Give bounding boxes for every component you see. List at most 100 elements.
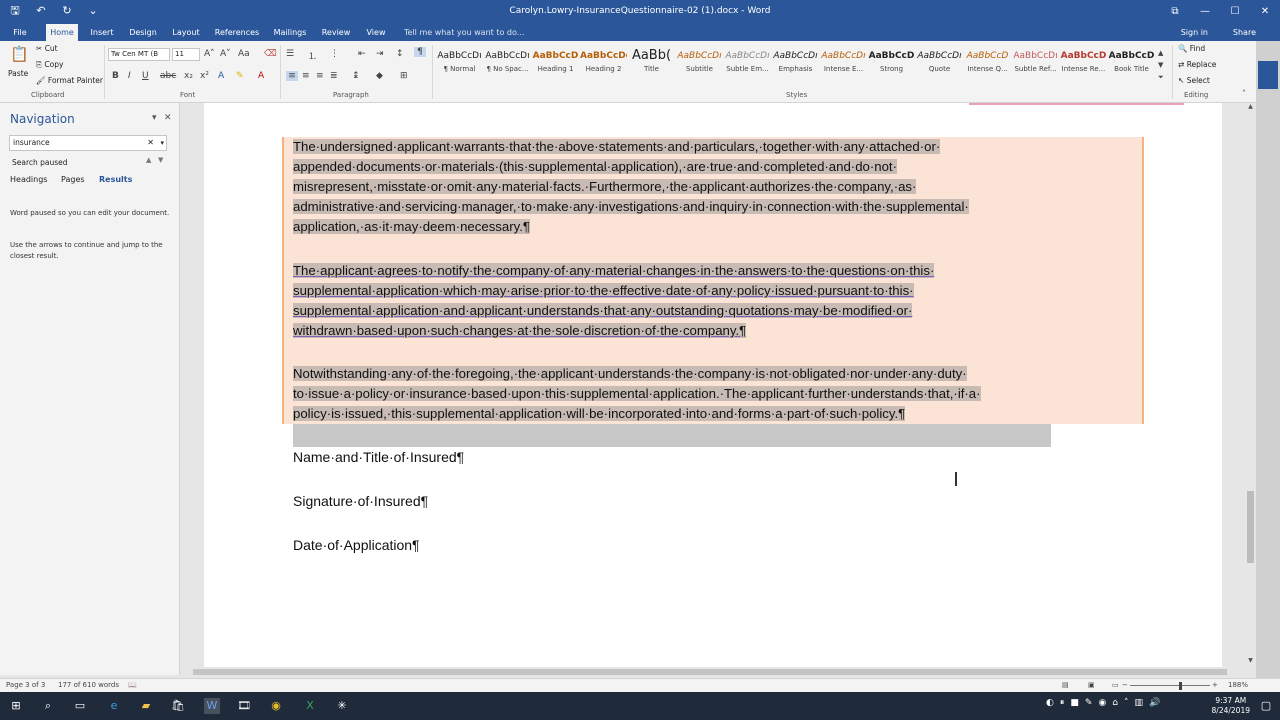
close-icon[interactable]: ✕ bbox=[1250, 0, 1280, 24]
style-intense-reference[interactable]: AaBbCcD Intense Re... bbox=[1060, 47, 1107, 83]
text-effects-icon[interactable]: A bbox=[218, 71, 224, 81]
ribbon-display-options-icon[interactable]: ⧉ bbox=[1160, 0, 1190, 24]
previous-result-icon[interactable]: ▲ bbox=[146, 156, 151, 164]
collapse-ribbon-icon[interactable]: ˄ bbox=[1242, 89, 1246, 98]
style-normal[interactable]: AaBbCcDı ¶ Normal bbox=[436, 47, 483, 83]
style-title[interactable]: AaBb( Title bbox=[628, 47, 675, 83]
maximize-icon[interactable]: ☐ bbox=[1220, 0, 1250, 24]
start-icon[interactable]: ⊞ bbox=[8, 698, 24, 714]
line-spacing-icon[interactable]: ↨ bbox=[352, 71, 360, 81]
style-intense-quote[interactable]: AaBbCcD Intense Q... bbox=[964, 47, 1011, 83]
style-quote[interactable]: AaBbCcDı Quote bbox=[916, 47, 963, 83]
font-name-box[interactable]: Tw Cen MT (B bbox=[108, 48, 170, 61]
nav-tab-pages[interactable]: Pages bbox=[61, 175, 85, 184]
style-intense-emphasis[interactable]: AaBbCcDı Intense E... bbox=[820, 47, 867, 83]
excel-taskbar-icon[interactable]: X bbox=[302, 698, 318, 714]
bullets-icon[interactable]: ☰ bbox=[286, 49, 294, 59]
word-taskbar-icon[interactable]: W bbox=[204, 698, 220, 714]
zoom-slider[interactable] bbox=[1130, 685, 1210, 686]
paragraph-notwithstanding[interactable]: Notwithstanding·any·of·the·foregoing,·th… bbox=[293, 364, 1143, 424]
nav-tab-results[interactable]: Results bbox=[99, 175, 132, 184]
grow-font-icon[interactable]: A˄ bbox=[204, 49, 215, 59]
cut-button[interactable]: ✂ Cut bbox=[36, 44, 58, 53]
print-layout-icon[interactable]: ▣ bbox=[1088, 681, 1095, 689]
horizontal-scroll-thumb[interactable] bbox=[193, 669, 1227, 675]
tab-home[interactable]: Home bbox=[46, 24, 78, 41]
zoom-out-icon[interactable]: − bbox=[1122, 681, 1128, 689]
recorder-icon[interactable]: ◐ bbox=[1046, 698, 1054, 708]
select-button[interactable]: ↖ Select bbox=[1178, 76, 1210, 85]
subscript-icon[interactable]: x₂ bbox=[184, 71, 193, 81]
pause-icon[interactable]: ⏸ bbox=[1060, 698, 1065, 708]
store-icon[interactable]: 🛍 bbox=[170, 698, 186, 714]
task-view-icon[interactable]: ▭ bbox=[72, 698, 88, 714]
clear-formatting-icon[interactable]: ⌫ bbox=[264, 49, 277, 59]
tab-layout[interactable]: Layout bbox=[170, 24, 202, 41]
italic-icon[interactable]: I bbox=[128, 71, 131, 81]
sign-in-link[interactable]: Sign in bbox=[1181, 24, 1208, 41]
web-layout-icon[interactable]: ▭ bbox=[1112, 681, 1119, 689]
style-subtle-emphasis[interactable]: AaBbCcDı Subtle Em... bbox=[724, 47, 771, 83]
proofing-icon[interactable]: 📖 bbox=[128, 681, 137, 689]
style-no-spacing[interactable]: AaBbCcDı ¶ No Spac... bbox=[484, 47, 531, 83]
styles-more-icon[interactable]: ⏷ bbox=[1158, 73, 1164, 82]
decrease-indent-icon[interactable]: ⇤ bbox=[358, 49, 366, 59]
nav-options-icon[interactable]: ▾ bbox=[152, 113, 157, 123]
movie-maker-icon[interactable]: 🎞 bbox=[236, 698, 252, 714]
change-case-icon[interactable]: Aa bbox=[238, 49, 250, 59]
style-subtle-reference[interactable]: AaBbCcDı Subtle Ref... bbox=[1012, 47, 1059, 83]
style-book-title[interactable]: AaBbCcD Book Title bbox=[1108, 47, 1155, 83]
clear-search-icon[interactable]: ✕ bbox=[147, 136, 154, 150]
tell-me-input[interactable]: Tell me what you want to do... bbox=[404, 24, 524, 41]
search-icon[interactable]: ⌕ bbox=[40, 698, 56, 714]
tab-insert[interactable]: Insert bbox=[88, 24, 116, 41]
network-icon[interactable]: ▥ bbox=[1135, 698, 1144, 708]
stop-icon[interactable]: ■ bbox=[1070, 698, 1079, 708]
tab-review[interactable]: Review bbox=[318, 24, 354, 41]
shading-icon[interactable]: ◆ bbox=[376, 71, 383, 81]
tab-mailings[interactable]: Mailings bbox=[270, 24, 310, 41]
nav-search-input[interactable]: insurance ✕ ▾ bbox=[9, 135, 167, 151]
signature-line[interactable]: Signature·of·Insured¶ bbox=[293, 493, 428, 509]
read-mode-icon[interactable]: ▤ bbox=[1062, 681, 1069, 689]
volume-icon[interactable]: 🔊 bbox=[1149, 698, 1160, 708]
copy-button[interactable]: ⎘ Copy bbox=[36, 60, 63, 70]
edge-browser-icon[interactable]: e bbox=[106, 698, 122, 714]
scroll-up-icon[interactable]: ▲ bbox=[1245, 103, 1256, 113]
justify-icon[interactable]: ≣ bbox=[330, 71, 338, 81]
search-options-icon[interactable]: ▾ bbox=[160, 136, 164, 150]
styles-scroll-down-icon[interactable]: ▼ bbox=[1158, 61, 1163, 69]
zoom-slider-knob[interactable] bbox=[1179, 682, 1182, 690]
numbering-icon[interactable]: ⒈ bbox=[308, 49, 317, 62]
zoom-level[interactable]: 188% bbox=[1228, 681, 1248, 689]
underline-icon[interactable]: U bbox=[142, 71, 149, 81]
font-size-box[interactable]: 11 bbox=[172, 48, 200, 61]
paste-icon[interactable]: 📋 bbox=[10, 45, 29, 67]
increase-indent-icon[interactable]: ⇥ bbox=[376, 49, 384, 59]
loading-app-icon[interactable]: ✳ bbox=[334, 698, 350, 714]
font-color-icon[interactable]: A bbox=[258, 71, 264, 81]
document-page[interactable]: The·undersigned·applicant·warrants·that·… bbox=[204, 103, 1222, 667]
page-count[interactable]: Page 3 of 3 bbox=[6, 681, 45, 689]
taskbar-clock[interactable]: 9:37 AM 8/24/2019 bbox=[1212, 696, 1250, 716]
side-window-tab[interactable] bbox=[1258, 61, 1278, 89]
tab-references[interactable]: References bbox=[212, 24, 262, 41]
style-heading-1[interactable]: AaBbCcD Heading 1 bbox=[532, 47, 579, 83]
chevron-up-icon[interactable]: ˄ bbox=[1124, 698, 1129, 708]
camera-icon[interactable]: ◉ bbox=[1098, 698, 1106, 708]
file-explorer-icon[interactable]: ▰ bbox=[138, 698, 154, 714]
paste-button[interactable]: Paste bbox=[8, 69, 28, 78]
show-marks-icon[interactable]: ¶ bbox=[414, 47, 426, 57]
tab-file[interactable]: File bbox=[8, 24, 32, 41]
minimize-icon[interactable]: — bbox=[1190, 0, 1220, 24]
style-subtitle[interactable]: AaBbCcDı Subtitle bbox=[676, 47, 723, 83]
tab-view[interactable]: View bbox=[362, 24, 390, 41]
next-result-icon[interactable]: ▼ bbox=[158, 156, 163, 164]
style-heading-2[interactable]: AaBbCcDd Heading 2 bbox=[580, 47, 627, 83]
borders-icon[interactable]: ⊞ bbox=[400, 71, 408, 81]
replace-button[interactable]: ⇄ Replace bbox=[1178, 60, 1216, 69]
paragraph-warranty[interactable]: The·undersigned·applicant·warrants·that·… bbox=[293, 137, 1143, 237]
word-count[interactable]: 177 of 610 words bbox=[58, 681, 119, 689]
style-strong[interactable]: AaBbCcD Strong bbox=[868, 47, 915, 83]
scroll-thumb[interactable] bbox=[1247, 491, 1254, 563]
